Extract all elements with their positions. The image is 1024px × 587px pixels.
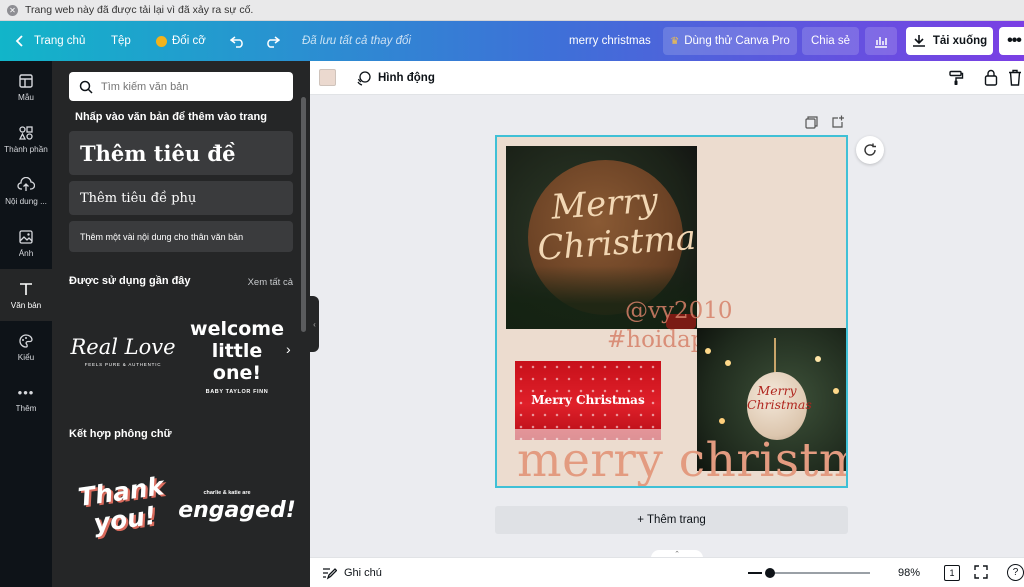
file-menu[interactable]: Tệp — [111, 21, 131, 61]
add-heading-button[interactable]: Thêm tiêu đề — [69, 131, 293, 175]
handle-text[interactable]: @vy2010 — [625, 298, 733, 324]
info-message: Trang web này đã được tải lại vì đã xảy … — [25, 4, 254, 16]
template-icon — [19, 73, 33, 88]
headline-text[interactable]: merry christmas — [517, 433, 846, 486]
fullscreen-button[interactable] — [974, 565, 988, 582]
rail-item-elements[interactable]: Thành phần — [0, 113, 52, 165]
refresh-icon — [864, 143, 876, 156]
chevron-left-icon — [15, 35, 23, 47]
crown-icon: ♛ — [670, 35, 680, 47]
style-icon — [19, 333, 33, 348]
card-lettering: Merry Christmas — [531, 393, 645, 407]
add-page-icon-button[interactable] — [831, 115, 845, 134]
rail-item-uploads[interactable]: Nội dung ... — [0, 165, 52, 217]
design-page[interactable]: Merry Christmas @vy2010 #hoidap247 Merry… — [495, 135, 848, 488]
panel-hint: Nhấp vào văn bản để thêm vào trang — [75, 111, 267, 123]
animate-button[interactable]: Hình động — [356, 61, 435, 95]
add-subheading-button[interactable]: Thêm tiêu đề phụ — [69, 181, 293, 215]
christmas-card-image[interactable]: Merry Christmas — [515, 361, 661, 440]
more-dots-icon: ••• — [1007, 32, 1022, 49]
text-icon — [20, 282, 32, 295]
add-page-button[interactable]: + Thêm trang — [495, 506, 848, 534]
document-title[interactable]: merry christmas — [569, 21, 651, 61]
rail-item-photos[interactable]: Ảnh — [0, 217, 52, 269]
download-icon — [912, 35, 925, 47]
save-status: Đã lưu tất cả thay đổi — [302, 35, 411, 47]
font-combos-section-title: Kết hợp phông chữ — [69, 428, 172, 440]
sign-lettering: Merry Christmas — [536, 180, 697, 269]
panel-scrollbar[interactable] — [301, 97, 306, 332]
help-button[interactable]: ? — [1007, 564, 1024, 581]
search-icon — [79, 80, 93, 94]
ornament-lettering: Merry Christmas — [747, 383, 812, 412]
recent-item-welcome[interactable]: welcome little one! BABY TAYLOR FINN — [182, 306, 292, 406]
text-panel: Nhấp vào văn bản để thêm vào trang Thêm … — [52, 61, 310, 587]
footer-bar: Ghi chú 98% 1 ? — [310, 557, 1024, 587]
share-button[interactable]: Chia sẻ — [802, 27, 859, 55]
expand-icon — [974, 565, 988, 579]
search-box[interactable] — [69, 72, 293, 101]
try-pro-button[interactable]: ♛ Dùng thử Canva Pro — [663, 27, 797, 55]
recent-item-real-love[interactable]: Real Love FEELS PURE & AUTHENTIC — [69, 301, 177, 401]
elements-icon — [18, 125, 33, 140]
undo-button[interactable] — [230, 21, 246, 61]
zoom-level[interactable]: 98% — [898, 558, 920, 587]
redo-button[interactable] — [264, 21, 280, 61]
zoom-slider[interactable] — [768, 572, 870, 574]
lock-button[interactable] — [984, 69, 998, 91]
add-page-icon — [832, 115, 844, 128]
bokeh-lights — [705, 348, 711, 354]
more-options-button[interactable]: ••• — [999, 27, 1024, 55]
trash-icon — [1009, 69, 1021, 86]
ornament-hanger — [774, 338, 776, 373]
undo-icon — [230, 36, 243, 48]
insights-button[interactable] — [865, 27, 897, 55]
zoom-out-icon[interactable] — [748, 572, 762, 574]
chevron-right-icon[interactable]: › — [286, 341, 291, 357]
regenerate-button[interactable] — [856, 136, 884, 164]
zoom-slider-handle[interactable] — [765, 568, 775, 578]
collapse-panel-button[interactable]: ‹ — [310, 296, 319, 352]
format-painter-button[interactable] — [948, 70, 964, 91]
rail-item-styles[interactable]: Kiểu — [0, 321, 52, 373]
rail-item-text[interactable]: Văn bản — [0, 269, 52, 321]
home-link[interactable]: Trang chủ — [14, 21, 85, 61]
close-icon[interactable]: ✕ — [7, 4, 18, 16]
chevron-left-icon: ‹ — [313, 319, 316, 329]
crown-icon — [156, 35, 167, 47]
notes-button[interactable]: Ghi chú — [322, 558, 382, 587]
rail-item-more[interactable]: ••• Thêm — [0, 373, 52, 425]
search-input[interactable] — [101, 80, 281, 93]
duplicate-icon — [805, 116, 818, 129]
top-toolbar: Trang chủ Tệp Đổi cỡ Đã lưu tất cả thay … — [0, 21, 1024, 61]
lock-icon — [984, 69, 998, 86]
download-button[interactable]: Tải xuống — [906, 27, 993, 55]
page-count-button[interactable]: 1 — [944, 565, 960, 581]
resize-button[interactable]: Đổi cỡ — [156, 21, 206, 61]
upload-icon — [17, 176, 35, 191]
recent-section-title: Được sử dụng gần đây — [69, 275, 191, 287]
browser-info-bar: ✕ Trang web này đã được tải lại vì đã xả… — [0, 0, 1024, 21]
redo-icon — [267, 36, 280, 48]
rail-item-templates[interactable]: Mẫu — [0, 61, 52, 113]
editor-toolbar: Hình động — [310, 61, 1024, 95]
duplicate-page-button[interactable] — [805, 116, 818, 134]
notes-icon — [323, 568, 337, 580]
paint-roller-icon — [949, 70, 964, 85]
side-rail: Mẫu Thành phần Nội dung ... Ảnh Văn bản … — [0, 61, 52, 587]
animation-icon — [357, 71, 371, 86]
help-icon: ? — [1012, 567, 1019, 578]
combo-item-thank-you[interactable]: Thank you! — [69, 456, 177, 556]
add-body-text-button[interactable]: Thêm một vài nội dung cho thân văn bản — [69, 221, 293, 252]
more-icon: ••• — [17, 385, 35, 400]
background-color-swatch[interactable] — [319, 69, 336, 86]
see-all-link[interactable]: Xem tất cả — [248, 277, 293, 288]
delete-button[interactable] — [1008, 69, 1022, 91]
photo-icon — [19, 229, 33, 244]
combo-item-engaged[interactable]: charlie & katie are engaged! — [178, 466, 296, 546]
bar-chart-icon — [875, 37, 887, 48]
